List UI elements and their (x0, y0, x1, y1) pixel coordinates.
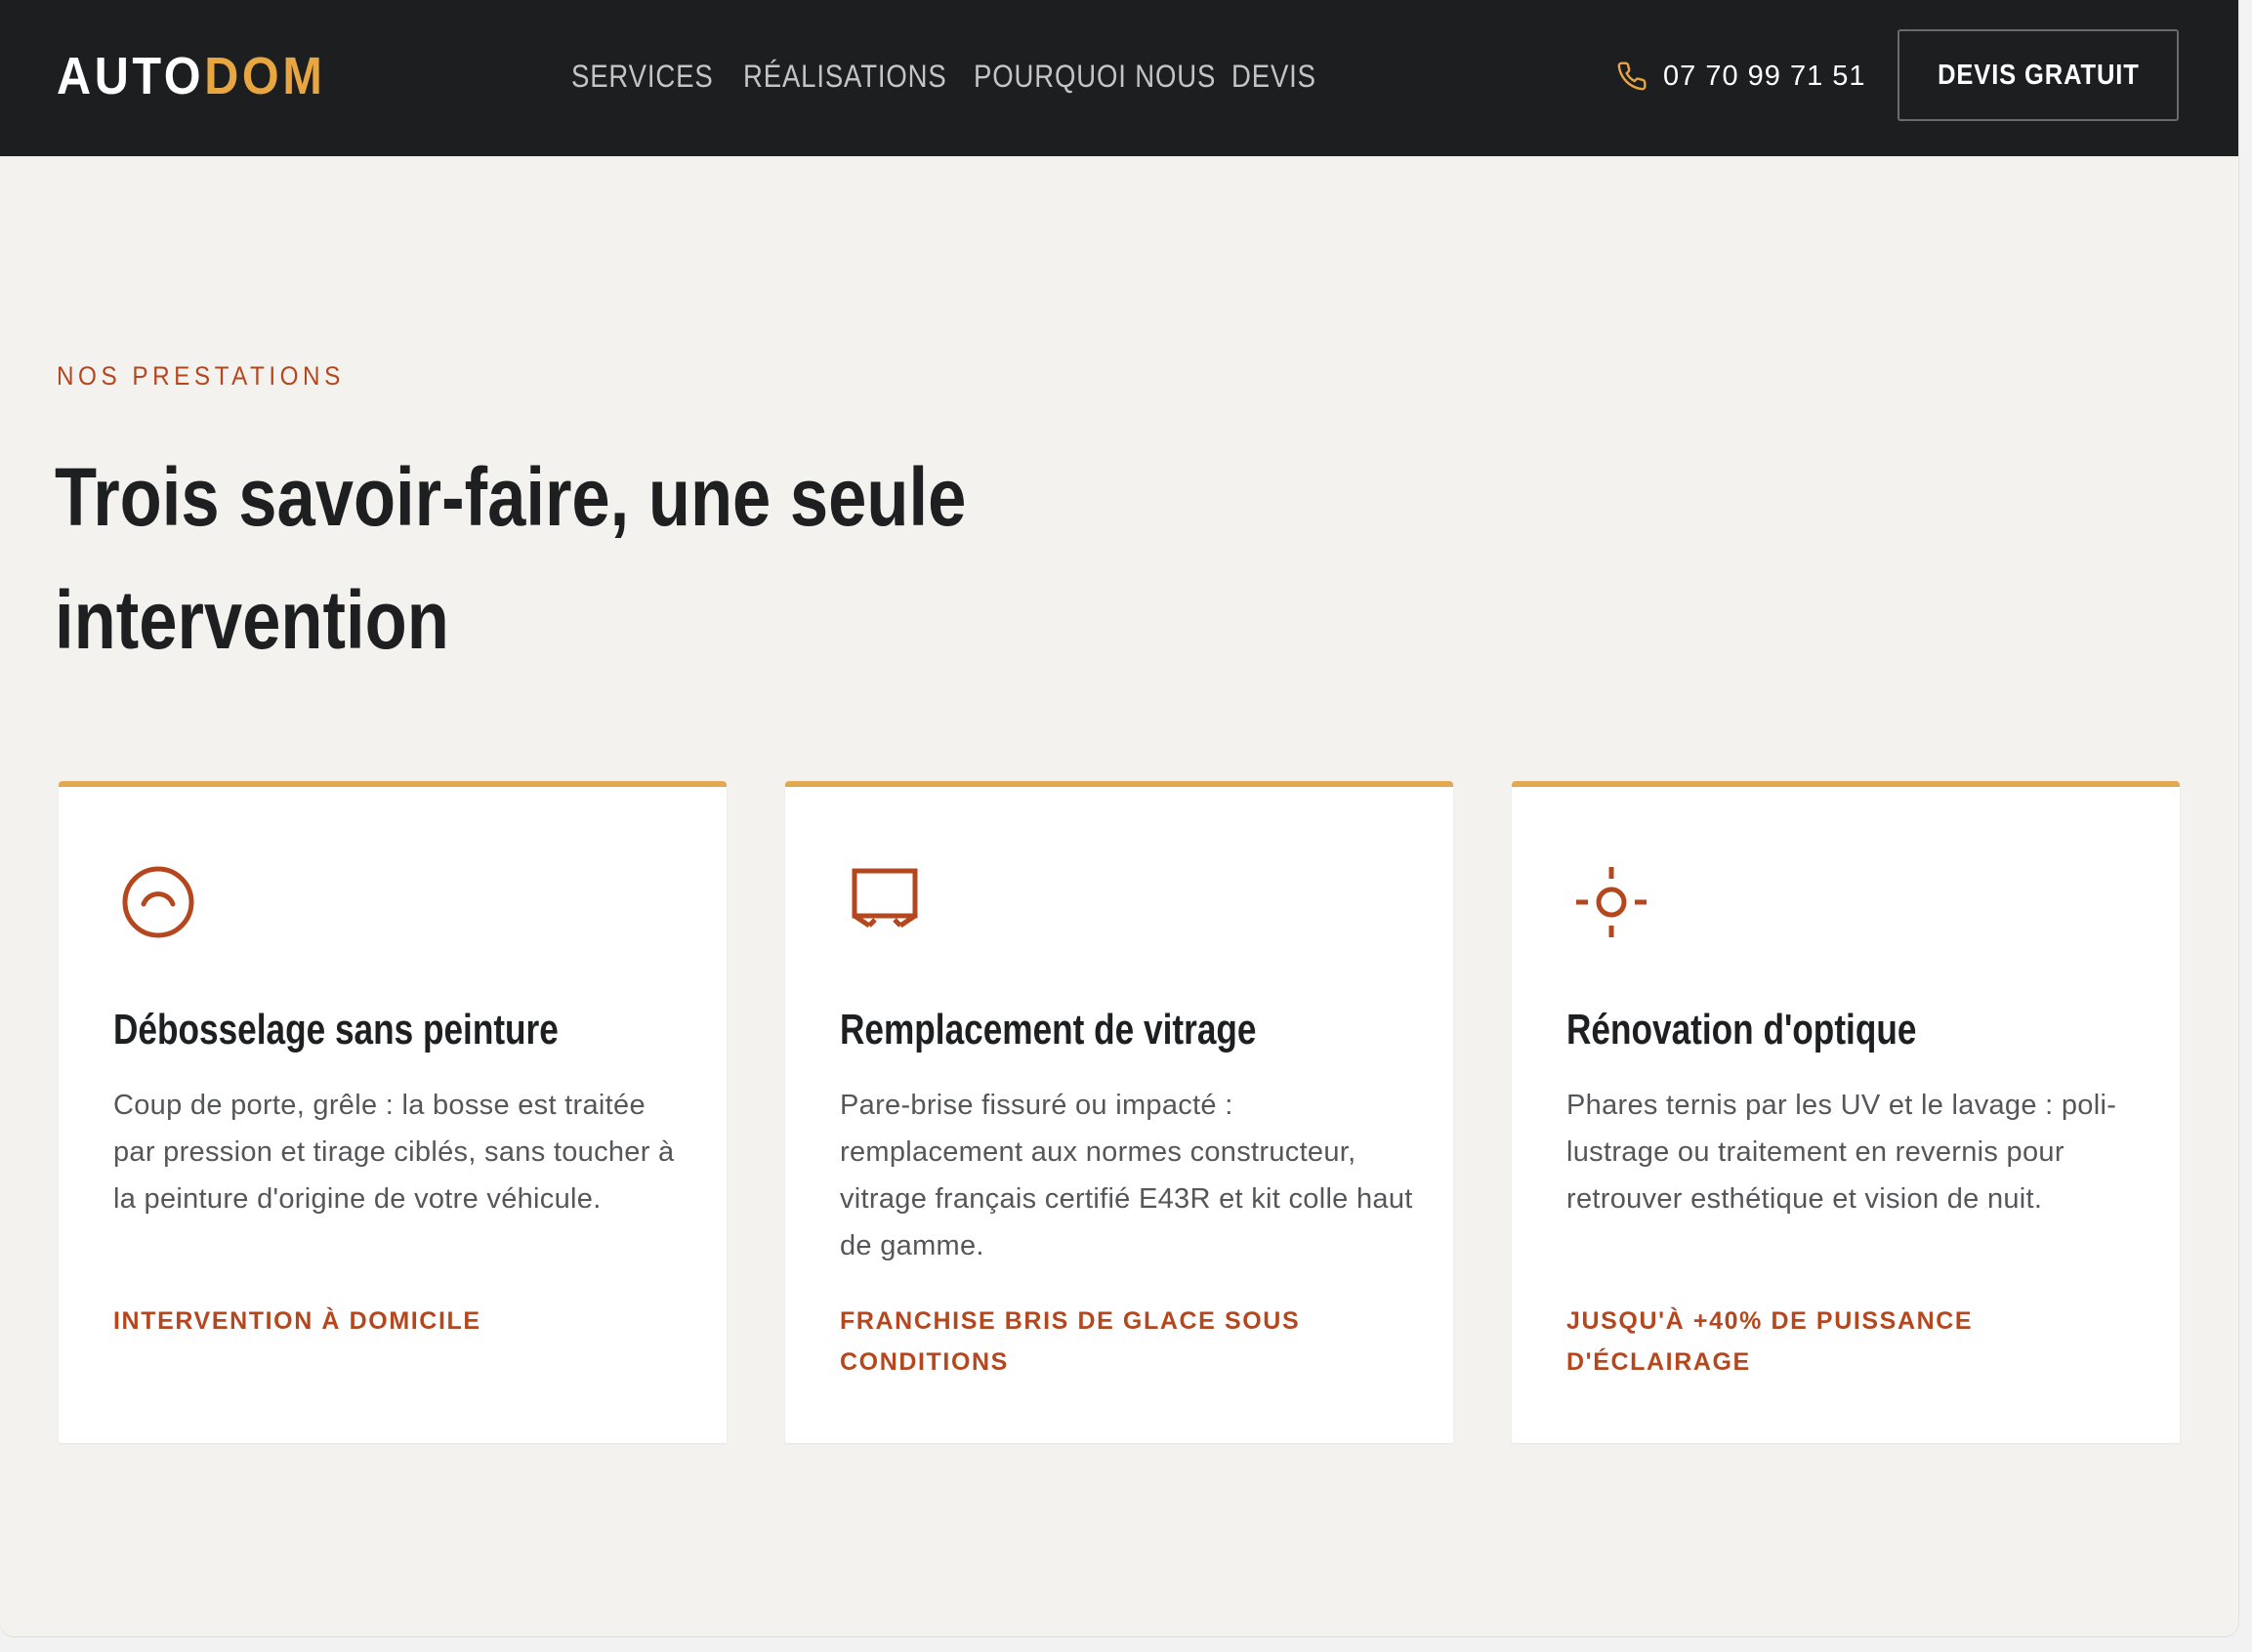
dent-circle-icon (119, 863, 197, 941)
windshield-icon (846, 863, 924, 941)
logo-text-dom: DOM (204, 47, 326, 105)
nav-item-services[interactable]: SERVICES (571, 55, 713, 98)
nav-item-pourquoi-nous[interactable]: POURQUOI NOUS (974, 55, 1215, 98)
phone-link[interactable]: 07 70 99 71 51 (1616, 55, 1866, 98)
free-quote-button[interactable]: DEVIS GRATUIT (1898, 29, 2179, 121)
card-description: Phares ternis par les UV et le lavage : … (1566, 1090, 2117, 1215)
site-logo[interactable]: AUTODOM (57, 45, 325, 107)
logo-text-auto: AUTO (57, 47, 205, 105)
phone-icon (1616, 61, 1647, 92)
nav-item-realisations[interactable]: RÉALISATIONS (743, 55, 946, 98)
phone-number: 07 70 99 71 51 (1663, 61, 1866, 92)
site-header: AUTODOM SERVICES RÉALISATIONS POURQUOI N… (0, 0, 2238, 156)
nav-item-devis[interactable]: DEVIS (1231, 55, 1315, 98)
card-title: Remplacement de vitrage (840, 1006, 1257, 1053)
card-description: Coup de porte, grêle : la bosse est trai… (113, 1090, 675, 1215)
card-tag: FRANCHISE BRIS DE GLACE SOUS CONDITIONS (840, 1307, 1301, 1376)
card-title: Rénovation d'optique (1566, 1006, 1917, 1053)
service-card-optique: Rénovation d'optique Phares ternis par l… (1512, 781, 2180, 1443)
headlight-target-icon (1572, 863, 1650, 941)
card-description: Pare-brise fissuré ou impacté : remplace… (840, 1090, 1413, 1261)
card-title: Débosselage sans peinture (113, 1006, 559, 1053)
card-tag: INTERVENTION À DOMICILE (113, 1307, 481, 1335)
service-card-debosselage: Débosselage sans peinture Coup de porte,… (59, 781, 727, 1443)
card-tag: JUSQU'À +40% DE PUISSANCE D'ÉCLAIRAGE (1566, 1307, 1974, 1376)
free-quote-label: DEVIS GRATUIT (1937, 59, 2140, 91)
page-window: AUTODOM SERVICES RÉALISATIONS POURQUOI N… (0, 0, 2238, 1636)
section-title: Trois savoir-faire, une seule interventi… (55, 451, 967, 666)
section-eyebrow: NOS PRESTATIONS (57, 361, 345, 391)
service-card-vitrage: Remplacement de vitrage Pare-brise fissu… (785, 781, 1453, 1443)
main-nav: SERVICES RÉALISATIONS POURQUOI NOUS DEVI… (571, 55, 1315, 98)
